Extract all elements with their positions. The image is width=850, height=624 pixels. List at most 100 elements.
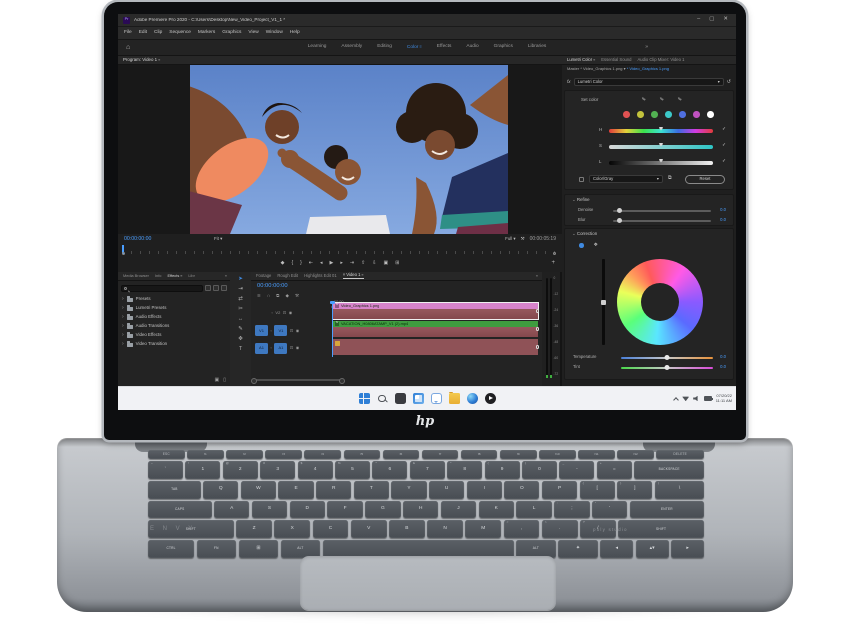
track-header-v1[interactable]: V1 ▫ V1 ⊡◉ bbox=[251, 323, 331, 339]
edge-button[interactable] bbox=[467, 393, 478, 404]
saturation-slider[interactable] bbox=[609, 145, 713, 149]
menu-item[interactable]: Sequence bbox=[169, 31, 191, 36]
step-forward-icon[interactable]: ▸ bbox=[340, 261, 343, 266]
effects-tree-item[interactable]: › Lumetri Presets bbox=[118, 304, 230, 313]
slider-handle[interactable] bbox=[617, 208, 622, 213]
menu-item[interactable]: Graphics bbox=[222, 31, 241, 36]
slider-handle[interactable] bbox=[659, 159, 663, 163]
go-to-out-icon[interactable]: ⇥ bbox=[350, 261, 354, 266]
taskbar-clock[interactable]: 07/20/22 11:11 AM bbox=[716, 394, 732, 403]
taskview-app-button[interactable] bbox=[395, 393, 406, 404]
refine-header[interactable]: Refine bbox=[572, 198, 590, 202]
program-mini-timeline[interactable] bbox=[122, 246, 558, 254]
menu-item[interactable]: Help bbox=[290, 31, 300, 36]
panel-tab[interactable]: Effects bbox=[167, 274, 182, 279]
panel-tab[interactable]: Libr bbox=[188, 274, 195, 278]
workspace-tab[interactable]: Color bbox=[407, 45, 422, 51]
reset-button[interactable]: Reset bbox=[685, 175, 725, 184]
track-target-v1[interactable]: V1 bbox=[274, 325, 287, 336]
settings-icon[interactable]: ≋ bbox=[257, 294, 261, 299]
workspace-tab[interactable]: Assembly bbox=[341, 45, 362, 51]
effect-preset-dropdown[interactable]: Lumetri Color▾ bbox=[574, 78, 724, 86]
effects-tree-item[interactable]: › Audio Transitions bbox=[118, 322, 230, 331]
color-swatch[interactable] bbox=[623, 111, 630, 118]
pen-tool[interactable]: ✎ bbox=[238, 327, 243, 333]
hue-checkbox[interactable]: ✓ bbox=[722, 127, 726, 132]
track-header-a1[interactable]: A1 ▫ A1 ⊡◉ bbox=[251, 340, 331, 356]
timeline-clip-v2[interactable]: fx Video_Graphics 1.png bbox=[333, 303, 538, 319]
lift-icon[interactable]: ⇧ bbox=[361, 261, 365, 266]
luminance-vertical-slider[interactable] bbox=[602, 259, 605, 345]
workspace-tab[interactable]: Editing bbox=[377, 45, 392, 51]
accelerated-effects-filter-icon[interactable] bbox=[205, 285, 211, 291]
add-marker-icon[interactable]: ◆ bbox=[285, 294, 289, 299]
effects-search-input[interactable] bbox=[121, 285, 203, 292]
clip-end-handle[interactable] bbox=[536, 309, 540, 313]
menu-item[interactable]: Window bbox=[266, 31, 283, 36]
go-to-in-icon[interactable]: ⇤ bbox=[309, 261, 313, 266]
slip-tool[interactable]: ↔ bbox=[238, 317, 244, 323]
temperature-value[interactable]: 0.0 bbox=[720, 355, 726, 359]
workspace-overflow-icon[interactable]: » bbox=[645, 45, 648, 50]
volume-icon[interactable] bbox=[693, 396, 700, 402]
sequence-tab[interactable]: Video 1 bbox=[343, 273, 364, 280]
tint-value[interactable]: 0.0 bbox=[720, 365, 726, 369]
colorgray-dropdown[interactable]: Color/Gray▾ bbox=[589, 175, 663, 183]
sequence-tab[interactable]: Rough Edit bbox=[277, 274, 298, 278]
timeline-playhead[interactable] bbox=[332, 301, 333, 357]
eyedropper-minus-icon[interactable]: ✐ bbox=[679, 96, 685, 101]
timeline-timecode[interactable]: 00:00:00:00 bbox=[257, 284, 288, 290]
blur-slider[interactable] bbox=[613, 220, 711, 222]
workspace-tab[interactable]: Audio bbox=[466, 45, 478, 51]
32bit-effects-filter-icon[interactable] bbox=[213, 285, 219, 291]
eyedropper-icon[interactable]: ✐ bbox=[642, 96, 648, 101]
track-target-a1[interactable]: A1 bbox=[274, 343, 287, 354]
mini-scroll-handle-right[interactable] bbox=[553, 252, 556, 255]
panel-tab[interactable]: Lumetri Color bbox=[567, 58, 595, 63]
saturation-checkbox[interactable]: ✓ bbox=[722, 143, 726, 148]
panel-overflow-icon[interactable]: » bbox=[225, 274, 227, 278]
source-patch-a1[interactable]: A1 bbox=[255, 343, 268, 354]
playback-quality-dropdown[interactable]: Full ▾ bbox=[505, 237, 516, 241]
color-swatch[interactable] bbox=[651, 111, 658, 118]
slider-handle[interactable] bbox=[617, 218, 622, 223]
tray-chevron-icon[interactable] bbox=[673, 396, 678, 401]
home-icon[interactable]: ⌂ bbox=[126, 44, 130, 51]
mark-out-icon[interactable]: } bbox=[300, 261, 302, 266]
denoise-slider[interactable] bbox=[613, 210, 711, 212]
selection-tool[interactable]: ➤ bbox=[238, 277, 243, 283]
snap-icon[interactable]: ∩ bbox=[267, 294, 270, 299]
track-select-tool[interactable]: ⇥ bbox=[238, 287, 243, 293]
search-button[interactable] bbox=[377, 393, 388, 404]
menu-item[interactable]: File bbox=[124, 31, 132, 36]
invert-mask-icon[interactable]: ⧉ bbox=[668, 176, 672, 181]
delete-icon[interactable]: ▯ bbox=[223, 378, 226, 383]
reset-effect-icon[interactable]: ↺ bbox=[727, 80, 731, 85]
linked-selection-icon[interactable]: ⧉ bbox=[276, 294, 279, 299]
slider-handle[interactable] bbox=[659, 127, 663, 131]
color-swatch[interactable] bbox=[637, 111, 644, 118]
color-swatch[interactable] bbox=[665, 111, 672, 118]
color-swatch[interactable] bbox=[707, 111, 714, 118]
effects-tree-item[interactable]: › Presets bbox=[118, 295, 230, 304]
type-tool[interactable]: T bbox=[239, 347, 242, 353]
color-swatch[interactable] bbox=[693, 111, 700, 118]
tint-slider[interactable] bbox=[621, 367, 713, 369]
effects-tree-item[interactable]: › Video Effects bbox=[118, 331, 230, 340]
chat-button[interactable] bbox=[431, 393, 442, 404]
settings-wrench-icon[interactable]: ⚒ bbox=[521, 237, 525, 241]
file-explorer-button[interactable] bbox=[449, 393, 460, 404]
close-button[interactable]: ✕ bbox=[723, 17, 728, 23]
panel-overflow-icon[interactable]: » bbox=[536, 274, 538, 278]
sequence-tab[interactable]: Footage bbox=[256, 274, 271, 278]
export-frame-icon[interactable]: ▣ bbox=[383, 261, 388, 266]
clip-end-handle[interactable] bbox=[536, 327, 540, 331]
workspace-tab[interactable]: Libraries bbox=[528, 45, 546, 51]
panel-tab[interactable]: Info bbox=[155, 274, 162, 278]
source-patch-v1[interactable]: V1 bbox=[255, 325, 268, 336]
ripple-edit-tool[interactable]: ⇄ bbox=[238, 297, 243, 303]
slider-handle[interactable] bbox=[665, 365, 670, 370]
menu-item[interactable]: Edit bbox=[139, 31, 147, 36]
temperature-slider[interactable] bbox=[621, 357, 713, 359]
media-player-button[interactable] bbox=[485, 393, 496, 404]
